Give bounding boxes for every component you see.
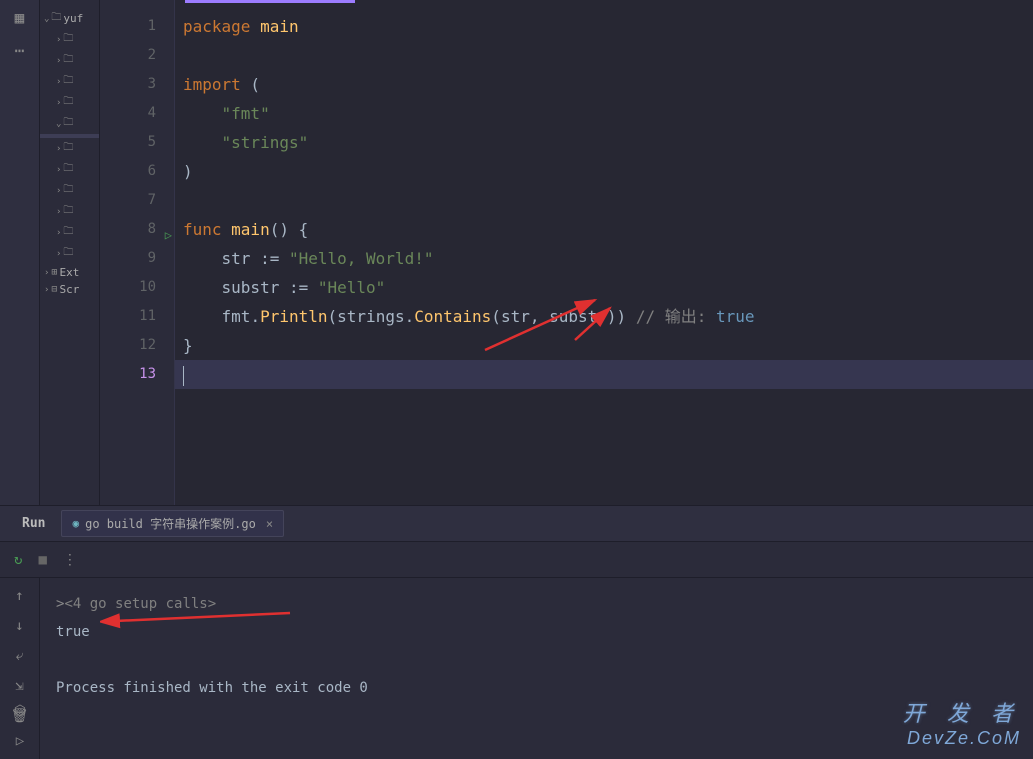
folder-icon: 🗀 [63, 73, 73, 90]
tree-root[interactable]: ⌄ 🗀 yuf [40, 8, 99, 29]
file-explorer: ⌄ 🗀 yuf ›🗀 ›🗀 ›🗀 ›🗀 ⌄🗀 ›🗀 ›🗀 ›🗀 ›🗀 ›🗀 ›🗀… [40, 0, 100, 505]
line-number: 9 [100, 244, 174, 273]
folder-icon: 🗀 [63, 52, 73, 69]
run-panel: Run ◉ go build 字符串操作案例.go × ↻ ■ ⋮ ↑ ↓ ⤶ … [0, 505, 1033, 759]
go-icon: ◉ [72, 517, 79, 530]
tree-folder-item[interactable]: ›🗀 [40, 159, 99, 180]
panel-tabs: Run ◉ go build 字符串操作案例.go × [0, 506, 1033, 542]
activity-bar: ▦ ⋯ [0, 0, 40, 505]
folder-icon: 🗀 [63, 94, 73, 111]
run-bottom-icon[interactable]: ▷ [16, 733, 24, 749]
line-number: 1 [100, 12, 174, 41]
tree-ext-libs[interactable]: ›⊞Ext [40, 264, 99, 281]
tree-scratches[interactable]: ›⊟Scr [40, 281, 99, 298]
chevron-right-icon: › [56, 207, 61, 217]
line-number: 11 [100, 302, 174, 331]
chevron-right-icon: › [56, 165, 61, 175]
cursor [183, 366, 184, 386]
chevron-right-icon: › [56, 186, 61, 196]
chevron-right-icon: › [56, 56, 61, 66]
chevron-down-icon: ⌄ [56, 119, 61, 129]
tree-folder-item[interactable]: ›🗀 [40, 201, 99, 222]
more-icon[interactable]: ⋯ [15, 41, 25, 60]
line-number: 7 [100, 186, 174, 215]
folder-icon: 🗀 [63, 182, 73, 199]
bottom-left-icons: ⬡ ▷ [0, 703, 40, 759]
folder-icon: 🗀 [63, 203, 73, 220]
chevron-down-icon: ⌄ [44, 14, 49, 24]
stop-icon[interactable]: ■ [38, 552, 46, 568]
gutter: 1 2 3 4 5 6 7 8▷ 9 10 11 12 13 [100, 0, 175, 505]
chevron-right-icon: › [56, 77, 61, 87]
soft-wrap-icon[interactable]: ⤶ [16, 648, 24, 664]
line-number: 12 [100, 331, 174, 360]
tree-folder-item[interactable]: ›🗀 [40, 92, 99, 113]
chevron-right-icon: › [56, 228, 61, 238]
folder-icon: 🗀 [63, 245, 73, 262]
code-editor[interactable]: 1 2 3 4 5 6 7 8▷ 9 10 11 12 13 package m… [100, 0, 1033, 505]
run-toolbar: ↻ ■ ⋮ [0, 542, 1033, 578]
services-icon[interactable]: ⬡ [14, 703, 26, 719]
line-number: 4 [100, 99, 174, 128]
line-number: 5 [100, 128, 174, 157]
tree-folder-item[interactable]: ›🗀 [40, 222, 99, 243]
output-true: true [56, 618, 1017, 646]
folder-icon: 🗀 [51, 10, 61, 27]
chevron-right-icon: › [56, 144, 61, 154]
exit-message: Process finished with the exit code 0 [56, 674, 1017, 702]
chevron-right-icon: › [56, 35, 61, 45]
line-number-active: 13 [100, 360, 174, 389]
folder-icon: 🗀 [63, 161, 73, 178]
run-config-label: go build 字符串操作案例.go [85, 515, 256, 532]
folder-icon: 🗀 [63, 115, 73, 132]
folder-icon: 🗀 [63, 31, 73, 48]
chevron-right-icon: › [44, 268, 49, 278]
folder-icon: 🗀 [63, 140, 73, 157]
console-output[interactable]: ><4 go setup calls> true Process finishe… [40, 578, 1033, 759]
folder-icon: 🗀 [63, 224, 73, 241]
watermark: 开 发 者 DevZe.CoM [903, 696, 1021, 749]
line-number: 10 [100, 273, 174, 302]
scratch-icon: ⊟ [51, 284, 57, 295]
tree-folder-item[interactable]: ›🗀 [40, 180, 99, 201]
line-number: 3 [100, 70, 174, 99]
code-content[interactable]: package main import ( "fmt" "strings" ) … [175, 0, 1033, 505]
line-number: 8▷ [100, 215, 174, 244]
tree-folder-item[interactable]: ›🗀 [40, 243, 99, 264]
tree-folder-item[interactable]: ›🗀 [40, 71, 99, 92]
line-number: 6 [100, 157, 174, 186]
more-icon[interactable]: ⋮ [63, 552, 77, 568]
chevron-right-icon: › [56, 98, 61, 108]
close-icon[interactable]: × [266, 517, 273, 531]
down-icon[interactable]: ↓ [15, 618, 23, 634]
tree-root-label: yuf [63, 12, 83, 25]
up-icon[interactable]: ↑ [15, 588, 23, 604]
run-config-tab[interactable]: ◉ go build 字符串操作案例.go × [61, 510, 284, 537]
app-grid-icon[interactable]: ▦ [15, 8, 25, 27]
tree-folder-item[interactable]: ›🗀 [40, 138, 99, 159]
chevron-right-icon: › [56, 249, 61, 259]
tree-folder-item[interactable]: ›🗀 [40, 29, 99, 50]
run-tab[interactable]: Run [10, 516, 57, 531]
tree-folder-item[interactable]: ⌄🗀 [40, 113, 99, 134]
tree-folder-item[interactable]: ›🗀 [40, 50, 99, 71]
library-icon: ⊞ [51, 267, 57, 278]
chevron-right-icon: › [44, 285, 49, 295]
scroll-icon[interactable]: ⇲ [15, 678, 23, 694]
line-number: 2 [100, 41, 174, 70]
rerun-icon[interactable]: ↻ [14, 552, 22, 568]
